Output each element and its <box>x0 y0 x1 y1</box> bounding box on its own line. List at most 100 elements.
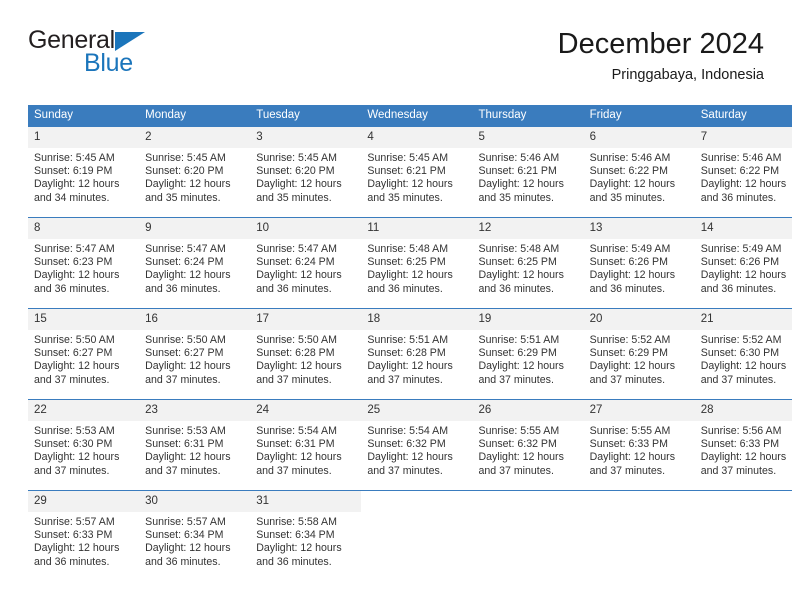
week-row: 29 Sunrise: 5:57 AM Sunset: 6:33 PM Dayligh… <box>28 490 792 581</box>
sunrise-text: Sunrise: 5:51 AM <box>367 334 449 346</box>
sunset-text: Sunset: 6:23 PM <box>34 256 113 269</box>
sunrise-text: Sunrise: 5:52 AM <box>700 334 782 346</box>
day-number: 1 <box>28 127 140 148</box>
day-cell[interactable]: 8 Sunrise: 5:47 AM Sunset: 6:23 PM Daylight… <box>28 217 140 309</box>
day-number: 7 <box>694 127 792 148</box>
sunset-text: Sunset: 6:29 PM <box>478 347 557 360</box>
day-cell[interactable]: 29 Sunrise: 5:57 AM Sunset: 6:33 PM Dayligh… <box>28 490 140 581</box>
logo-text-blue: Blue <box>84 49 133 77</box>
day-cell[interactable]: 24 Sunrise: 5:54 AM Sunset: 6:31 PM Dayligh… <box>250 399 362 491</box>
weekday-header-saturday: Saturday <box>694 105 792 127</box>
sunset-text: Sunset: 6:29 PM <box>589 347 668 360</box>
day-cell[interactable]: 19 Sunrise: 5:51 AM Sunset: 6:29 PM Dayligh… <box>472 308 584 400</box>
day-cell[interactable]: 2 Sunrise: 5:45 AM Sunset: 6:20 PM Daylight… <box>139 127 251 218</box>
daylight-text: Daylight: 12 hours and 35 minutes. <box>478 178 564 204</box>
logo-top-row: General <box>28 26 258 54</box>
day-cell[interactable]: 17 Sunrise: 5:50 AM Sunset: 6:28 PM Dayligh… <box>250 308 362 400</box>
calendar-header-row-group: Sunday Monday Tuesday Wednesday Thursday… <box>28 105 792 127</box>
day-cell[interactable]: 27 Sunrise: 5:55 AM Sunset: 6:33 PM Dayligh… <box>583 399 695 491</box>
day-cell[interactable]: 13 Sunrise: 5:49 AM Sunset: 6:26 PM Dayligh… <box>583 217 695 309</box>
day-number: 29 <box>28 491 140 512</box>
day-info: Sunrise: 5:51 AM Sunset: 6:28 PM Daylight:… <box>361 330 472 387</box>
day-cell[interactable]: 20 Sunrise: 5:52 AM Sunset: 6:29 PM Dayligh… <box>583 308 695 400</box>
day-info: Sunrise: 5:50 AM Sunset: 6:27 PM Daylight:… <box>139 330 250 387</box>
sunset-text: Sunset: 6:34 PM <box>145 529 224 542</box>
daylight-text: Daylight: 12 hours and 37 minutes. <box>256 451 342 477</box>
daylight-text: Daylight: 12 hours and 35 minutes. <box>145 178 231 204</box>
week-row: 1 Sunrise: 5:45 AM Sunset: 6:19 PM Daylight… <box>28 127 792 218</box>
daylight-text: Daylight: 12 hours and 36 minutes. <box>367 269 453 295</box>
day-info: Sunrise: 5:58 AM Sunset: 6:34 PM Daylight:… <box>250 512 361 569</box>
day-cell[interactable]: 10 Sunrise: 5:47 AM Sunset: 6:24 PM Dayligh… <box>250 217 362 309</box>
day-cell[interactable]: 25 Sunrise: 5:54 AM Sunset: 6:32 PM Dayligh… <box>361 399 473 491</box>
day-cell[interactable]: 30 Sunrise: 5:57 AM Sunset: 6:34 PM Dayligh… <box>139 490 251 581</box>
sunset-text: Sunset: 6:24 PM <box>145 256 224 269</box>
sunset-text: Sunset: 6:21 PM <box>367 165 446 178</box>
sunrise-text: Sunrise: 5:49 AM <box>700 243 782 255</box>
week-row: 22 Sunrise: 5:53 AM Sunset: 6:30 PM Dayligh… <box>28 399 792 491</box>
day-info: Sunrise: 5:51 AM Sunset: 6:29 PM Daylight:… <box>473 330 584 387</box>
sunset-text: Sunset: 6:25 PM <box>478 256 557 269</box>
day-info: Sunrise: 5:52 AM Sunset: 6:29 PM Daylight:… <box>584 330 695 387</box>
page-header: General Blue December 2024 Pringgabaya, … <box>28 26 764 90</box>
sunset-text: Sunset: 6:28 PM <box>367 347 446 360</box>
daylight-text: Daylight: 12 hours and 36 minutes. <box>34 269 120 295</box>
day-cell[interactable]: 23 Sunrise: 5:53 AM Sunset: 6:31 PM Dayligh… <box>139 399 251 491</box>
page-subtitle: Pringgabaya, Indonesia <box>611 67 764 83</box>
day-cell-empty <box>472 490 584 581</box>
sunrise-text: Sunrise: 5:46 AM <box>700 152 782 164</box>
sunrise-text: Sunrise: 5:56 AM <box>700 425 782 437</box>
weekday-header-monday: Monday <box>139 105 251 127</box>
day-cell[interactable]: 16 Sunrise: 5:50 AM Sunset: 6:27 PM Dayligh… <box>139 308 251 400</box>
sunset-text: Sunset: 6:26 PM <box>700 256 780 269</box>
weekday-header-row: Sunday Monday Tuesday Wednesday Thursday… <box>28 105 792 127</box>
day-cell[interactable]: 11 Sunrise: 5:48 AM Sunset: 6:25 PM Dayligh… <box>361 217 473 309</box>
day-cell[interactable]: 15 Sunrise: 5:50 AM Sunset: 6:27 PM Dayligh… <box>28 308 140 400</box>
sunrise-text: Sunrise: 5:46 AM <box>478 152 560 164</box>
day-cell[interactable]: 18 Sunrise: 5:51 AM Sunset: 6:28 PM Dayligh… <box>361 308 473 400</box>
day-cell[interactable]: 22 Sunrise: 5:53 AM Sunset: 6:30 PM Dayligh… <box>28 399 140 491</box>
day-cell[interactable]: 3 Sunrise: 5:45 AM Sunset: 6:20 PM Daylight… <box>250 127 362 218</box>
daylight-text: Daylight: 12 hours and 36 minutes. <box>256 269 342 295</box>
general-blue-logo[interactable]: General Blue <box>28 26 258 86</box>
sunrise-text: Sunrise: 5:51 AM <box>478 334 560 346</box>
day-number: 15 <box>28 309 140 330</box>
day-number: 10 <box>250 218 362 239</box>
daylight-text: Daylight: 12 hours and 36 minutes. <box>478 269 564 295</box>
day-cell[interactable]: 1 Sunrise: 5:45 AM Sunset: 6:19 PM Daylight… <box>28 127 140 218</box>
day-number: 11 <box>361 218 473 239</box>
day-cell[interactable]: 9 Sunrise: 5:47 AM Sunset: 6:24 PM Daylight… <box>139 217 251 309</box>
sunset-text: Sunset: 6:30 PM <box>700 347 780 360</box>
day-number: 3 <box>250 127 362 148</box>
daylight-text: Daylight: 12 hours and 37 minutes. <box>145 360 231 386</box>
day-cell[interactable]: 5 Sunrise: 5:46 AM Sunset: 6:21 PM Daylight… <box>472 127 584 218</box>
sunset-text: Sunset: 6:32 PM <box>367 438 446 451</box>
daylight-text: Daylight: 12 hours and 37 minutes. <box>34 451 120 477</box>
day-cell[interactable]: 12 Sunrise: 5:48 AM Sunset: 6:25 PM Dayligh… <box>472 217 584 309</box>
title-block: December 2024 Pringgabaya, Indonesia <box>558 26 764 85</box>
sunset-text: Sunset: 6:22 PM <box>700 165 780 178</box>
sunset-text: Sunset: 6:30 PM <box>34 438 113 451</box>
day-number: 24 <box>250 400 362 421</box>
day-info: Sunrise: 5:53 AM Sunset: 6:31 PM Daylight:… <box>139 421 250 478</box>
day-cell[interactable]: 14 Sunrise: 5:49 AM Sunset: 6:26 PM Dayligh… <box>694 217 792 309</box>
day-info: Sunrise: 5:47 AM Sunset: 6:24 PM Daylight:… <box>250 239 361 296</box>
day-cell[interactable]: 21 Sunrise: 5:52 AM Sunset: 6:30 PM Dayligh… <box>694 308 792 400</box>
day-cell[interactable]: 6 Sunrise: 5:46 AM Sunset: 6:22 PM Daylight… <box>583 127 695 218</box>
daylight-text: Daylight: 12 hours and 36 minutes. <box>34 542 120 568</box>
sunrise-text: Sunrise: 5:45 AM <box>367 152 449 164</box>
day-info: Sunrise: 5:53 AM Sunset: 6:30 PM Daylight:… <box>28 421 139 478</box>
sunrise-text: Sunrise: 5:57 AM <box>145 516 226 528</box>
sunset-text: Sunset: 6:31 PM <box>256 438 335 451</box>
day-cell-empty <box>694 490 792 581</box>
day-cell[interactable]: 7 Sunrise: 5:46 AM Sunset: 6:22 PM Daylight… <box>694 127 792 218</box>
day-cell[interactable]: 4 Sunrise: 5:45 AM Sunset: 6:21 PM Daylight… <box>361 127 473 218</box>
day-cell[interactable]: 31 Sunrise: 5:58 AM Sunset: 6:34 PM Dayligh… <box>250 490 362 581</box>
day-cell[interactable]: 28 Sunrise: 5:56 AM Sunset: 6:33 PM Dayligh… <box>694 399 792 491</box>
day-cell[interactable]: 26 Sunrise: 5:55 AM Sunset: 6:32 PM Dayligh… <box>472 399 584 491</box>
daylight-text: Daylight: 12 hours and 37 minutes. <box>256 360 342 386</box>
sunset-text: Sunset: 6:33 PM <box>34 529 113 542</box>
day-cell-empty <box>361 490 473 581</box>
day-number: 28 <box>694 400 792 421</box>
sunrise-text: Sunrise: 5:55 AM <box>589 425 671 437</box>
